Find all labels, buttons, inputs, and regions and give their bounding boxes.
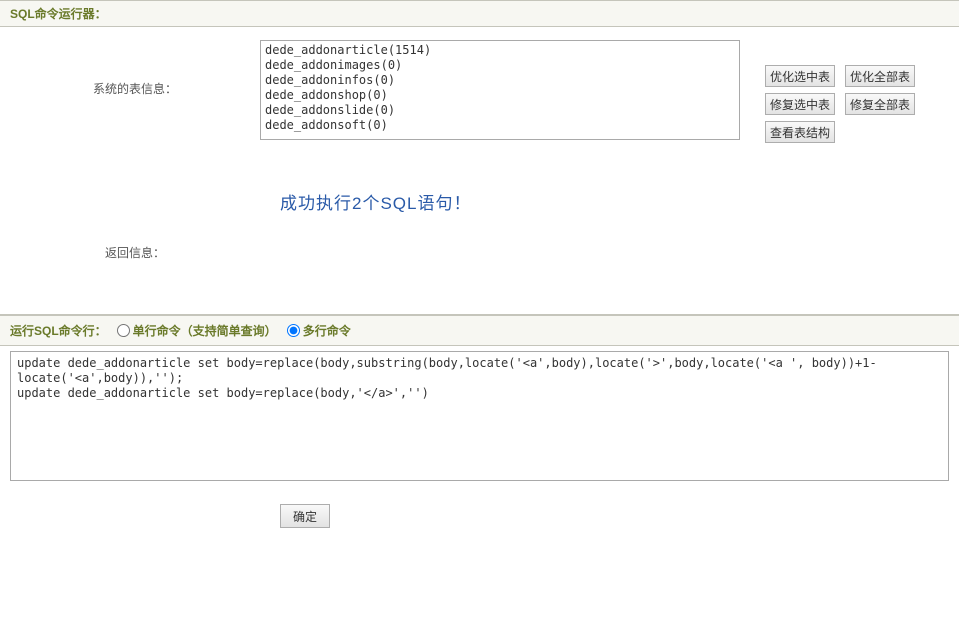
return-info-label: 返回信息： [10,159,260,294]
single-mode-radio[interactable] [117,324,130,337]
page-title: SQL命令运行器： [10,7,107,21]
table-list-item[interactable]: dede_addonslide(0) [265,103,735,118]
table-list-item[interactable]: dede_addonarticle(1514) [265,43,735,58]
optimize-all-button[interactable]: 优化全部表 [845,65,915,87]
command-title: 运行SQL命令行： [10,322,107,339]
table-list-item[interactable]: dede_addoninfos(0) [265,73,735,88]
sql-input-area [0,346,959,489]
table-info-row: 系统的表信息： dede_addonarticle(1514)dede_addo… [10,35,949,149]
table-list-col: dede_addonarticle(1514)dede_addonimages(… [260,35,750,140]
submit-row: 确定 [0,489,959,543]
sql-textarea[interactable] [10,351,949,481]
command-mode-bar: 运行SQL命令行： 单行命令（支持简单查询） 多行命令 [0,315,959,346]
table-list-item[interactable]: dede_addonsoft(0) [265,118,735,133]
multi-mode-radio[interactable] [287,324,300,337]
submit-button[interactable]: 确定 [280,504,330,528]
main-panel: 系统的表信息： dede_addonarticle(1514)dede_addo… [0,27,959,315]
repair-all-button[interactable]: 修复全部表 [845,93,915,115]
return-info-row: 返回信息： 成功执行2个SQL语句！ [10,159,949,294]
multi-mode-option[interactable]: 多行命令 [287,322,351,339]
table-actions: 优化选中表 优化全部表 修复选中表 修复全部表 查看表结构 [750,35,949,149]
success-message: 成功执行2个SQL语句！ [280,189,750,214]
table-info-label: 系统的表信息： [10,35,260,97]
table-list-item[interactable]: dede_addonimages(0) [265,58,735,73]
multi-mode-label: 多行命令 [303,322,351,339]
view-structure-button[interactable]: 查看表结构 [765,121,835,143]
optimize-selected-button[interactable]: 优化选中表 [765,65,835,87]
table-list-item[interactable]: dede_addonshop(0) [265,88,735,103]
table-select-list[interactable]: dede_addonarticle(1514)dede_addonimages(… [260,40,740,140]
single-mode-option[interactable]: 单行命令（支持简单查询） [117,322,277,339]
return-info-content: 成功执行2个SQL语句！ [260,159,750,294]
repair-selected-button[interactable]: 修复选中表 [765,93,835,115]
page-title-bar: SQL命令运行器： [0,0,959,27]
single-mode-label: 单行命令（支持简单查询） [133,322,277,339]
